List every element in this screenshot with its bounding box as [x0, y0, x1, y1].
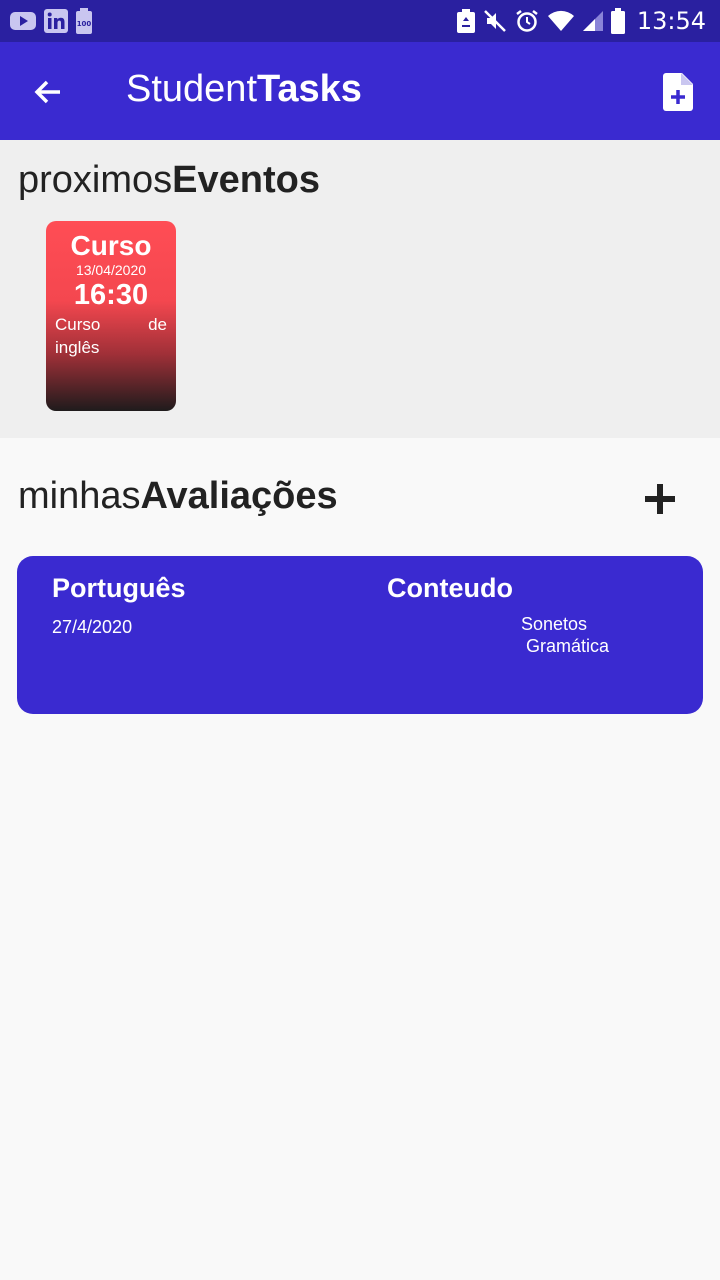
- signal-icon: [582, 9, 603, 33]
- svg-text:100: 100: [77, 20, 92, 28]
- back-button[interactable]: [26, 70, 70, 114]
- plus-icon: [645, 484, 675, 514]
- evaluation-card[interactable]: Português 27/4/2020 Conteudo Sonetos Gra…: [17, 556, 703, 714]
- events-title-bold: Eventos: [172, 159, 320, 201]
- recycle-icon: [456, 9, 475, 33]
- wifi-icon: [547, 9, 575, 33]
- evaluations-title-light: minhas: [18, 475, 141, 517]
- event-description-line1: Curso de: [55, 315, 167, 334]
- event-description-line2: inglês: [55, 338, 100, 357]
- evaluation-topics: Sonetos Gramática: [521, 613, 609, 657]
- evaluation-topic: Sonetos: [521, 614, 588, 634]
- events-section: proximosEventos Curso 13/04/2020 16:30 C…: [0, 140, 720, 438]
- linkedin-icon: [44, 9, 68, 33]
- note-add-icon: [663, 73, 693, 111]
- add-evaluation-button[interactable]: [636, 475, 684, 523]
- arrow-left-icon: [34, 80, 60, 104]
- battery-saver-icon: 100: [76, 8, 92, 34]
- event-time: 16:30: [73, 279, 149, 311]
- new-document-button[interactable]: [656, 70, 700, 114]
- youtube-icon: [10, 11, 36, 31]
- app-title-light: Student: [126, 68, 257, 110]
- evaluation-subject: Português: [52, 573, 186, 603]
- battery-icon: [610, 8, 625, 34]
- event-card[interactable]: Curso 13/04/2020 16:30 Curso de inglês: [46, 221, 176, 411]
- app-bar: StudentTasks: [0, 42, 720, 140]
- status-time: 13:54: [636, 7, 706, 35]
- app-title: StudentTasks: [126, 68, 362, 111]
- evaluation-content-label: Conteudo: [387, 573, 513, 603]
- evaluations-title-bold: Avaliações: [140, 475, 338, 517]
- evaluations-title: minhasAvaliações: [18, 475, 338, 518]
- evaluation-topic: Gramática: [526, 636, 610, 656]
- app-title-bold: Tasks: [257, 68, 362, 110]
- event-description: Curso de inglês: [46, 311, 176, 359]
- alarm-icon: [515, 9, 539, 33]
- evaluation-date: 27/4/2020: [52, 617, 133, 637]
- event-type: Curso: [70, 230, 152, 261]
- events-title: proximosEventos: [18, 159, 320, 202]
- status-bar: 100 13:54: [0, 0, 720, 42]
- events-title-light: proximos: [18, 159, 173, 201]
- mute-icon: [483, 9, 507, 33]
- event-date: 13/04/2020: [75, 262, 147, 278]
